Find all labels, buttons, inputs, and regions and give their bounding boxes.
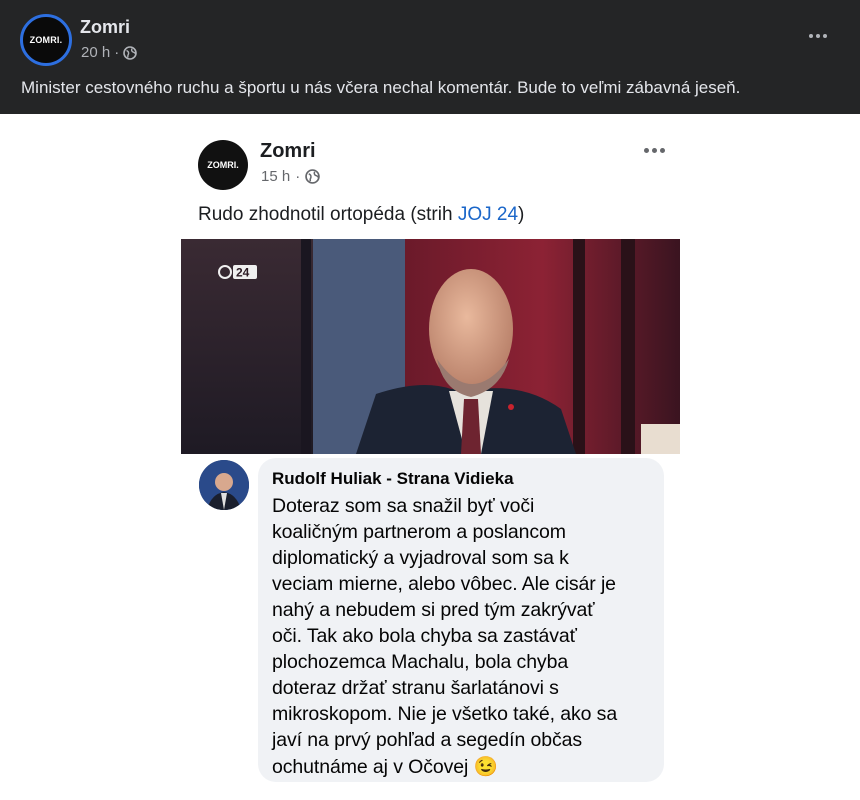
comment-line-last: ochutnáme aj v Očovej 😉	[272, 755, 498, 779]
meta-separator: ·	[114, 44, 120, 61]
commenter-avatar	[199, 460, 249, 510]
shared-page-avatar: ZOMRI.	[198, 140, 248, 190]
shared-text-suffix: )	[518, 204, 525, 225]
video-thumbnail: 24	[181, 239, 680, 454]
shared-meta-separator: ·	[295, 168, 301, 185]
commenter-name: Rudolf Huliak - Strana Vidieka	[272, 469, 514, 488]
commenter-photo	[199, 460, 249, 510]
comment-line: koaličným partnerom a poslancom	[272, 521, 566, 543]
comment-bubble: Rudolf Huliak - Strana Vidieka Doteraz s…	[258, 458, 664, 782]
comment-line: Doteraz som sa snažil byť voči	[272, 495, 535, 517]
shared-post-author: Zomri	[260, 140, 316, 162]
shared-globe-icon	[305, 169, 320, 184]
post-time[interactable]: 20 h	[81, 44, 110, 61]
channel-logo: 24	[236, 266, 250, 280]
shared-avatar-logo-text: ZOMRI.	[207, 160, 239, 170]
post-caption: Minister cestovného ruchu a športu u nás…	[21, 78, 741, 97]
video-scene: 24	[181, 239, 680, 454]
comment-line: doteraz držať stranu šarlatánovi s	[272, 677, 559, 699]
comment-line: javí na prvý pohľad a segedín občas	[272, 729, 583, 751]
shared-post-time: 15 h	[261, 168, 291, 185]
comment-line: veciam mierne, alebo vôbec. Ale cisár je	[272, 573, 616, 595]
page-avatar[interactable]: ZOMRI.	[20, 14, 72, 66]
comment-line: mikroskopom. Nie je všetko také, ako sa	[272, 703, 618, 725]
comment-line: diplomatický a vyjadroval som sa k	[272, 547, 569, 569]
shared-more-options-icon	[640, 143, 668, 157]
post-author[interactable]: Zomri	[80, 17, 130, 38]
comment-line: oči. Tak ako bola chyba sa zastávať	[272, 625, 577, 647]
shared-text-highlight: JOJ 24	[457, 204, 519, 225]
more-options-icon[interactable]	[806, 26, 830, 46]
winking-face-emoji-icon: 😉	[473, 756, 498, 778]
comment-line: plochozemca Machalu, bola chyba	[272, 651, 569, 673]
comment-line: nahý a nebudem si pred tým zakrývať	[272, 599, 595, 621]
globe-icon	[123, 45, 138, 60]
post-meta: 20 h ·	[81, 44, 138, 61]
avatar-logo-text: ZOMRI.	[29, 35, 63, 45]
shared-post-meta: 15 h ·	[261, 168, 320, 185]
post-header: ZOMRI. Zomri 20 h ·	[20, 14, 840, 68]
comment-last-text: ochutnáme aj v Očovej	[272, 756, 469, 778]
shared-post-text: Rudo zhodnotil ortopéda (strih JOJ 24)	[198, 204, 524, 226]
shared-text-prefix: Rudo zhodnotil ortopéda (strih	[198, 204, 458, 225]
